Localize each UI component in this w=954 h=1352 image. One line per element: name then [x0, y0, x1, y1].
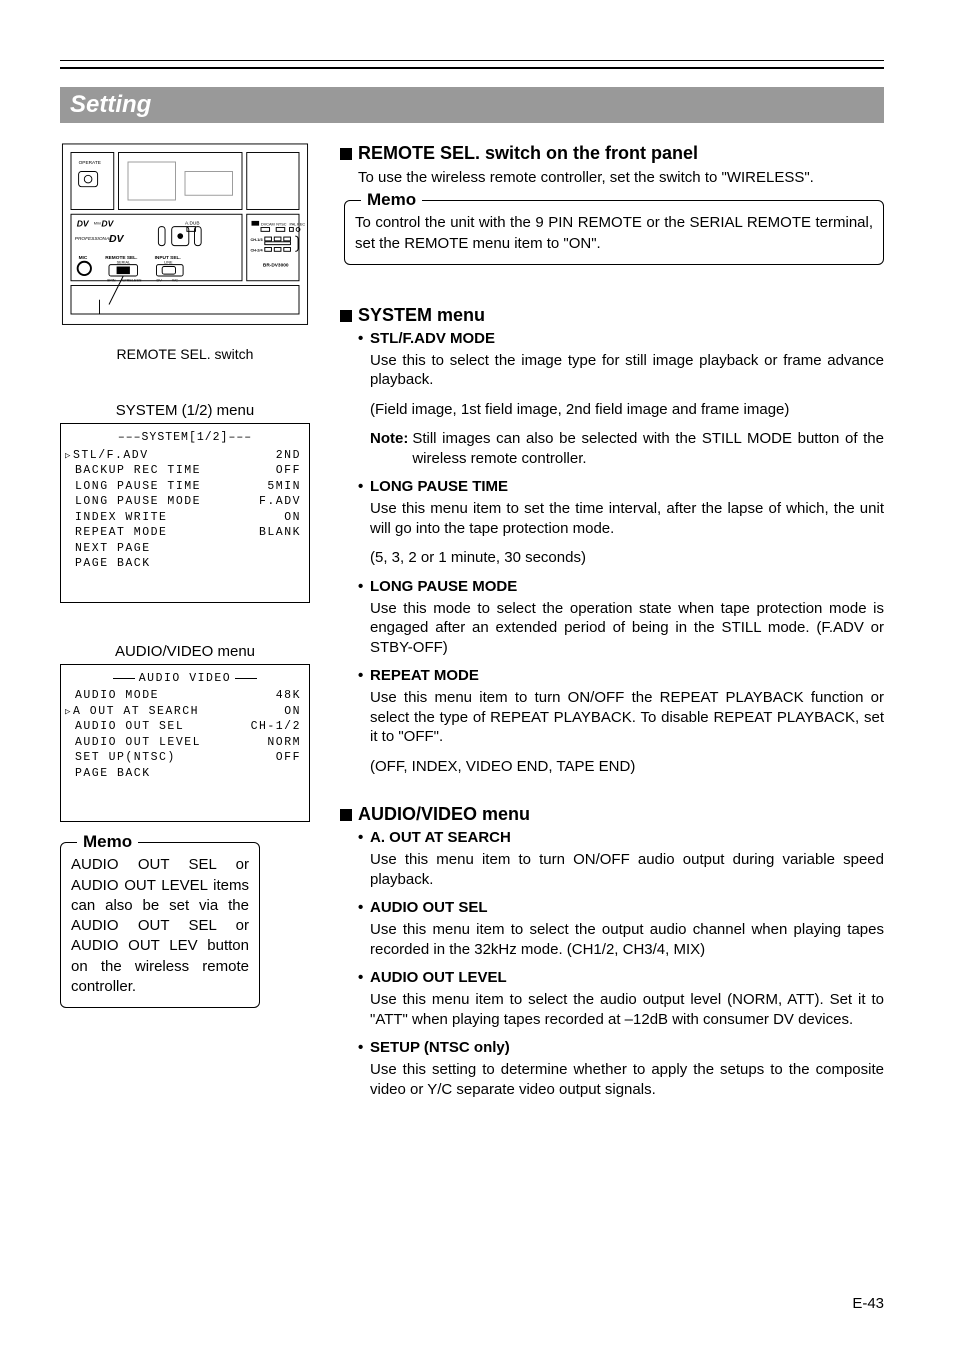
square-bullet-icon: [340, 809, 352, 821]
svg-text:DV: DV: [109, 234, 125, 245]
bullet-heading: •STL/F.ADV MODE: [358, 330, 884, 349]
rule-thin: [60, 60, 884, 61]
square-bullet-icon: [340, 148, 352, 160]
bullet-desc: Use this menu item to set the time inter…: [370, 499, 884, 538]
bullet-heading: •REPEAT MODE: [358, 667, 884, 686]
svg-text:DV: DV: [157, 279, 163, 283]
svg-text:CH-1/3: CH-1/3: [251, 238, 263, 242]
system-menu-caption: SYSTEM (1/2) menu: [60, 402, 310, 419]
menu-item: AUDIO MODE48K: [69, 688, 301, 704]
bullet-heading: •LONG PAUSE TIME: [358, 478, 884, 497]
svg-text:CH-2/4: CH-2/4: [251, 248, 264, 252]
menu-item: STL/F.ADV2ND: [69, 448, 301, 464]
svg-text:REC: REC: [297, 223, 305, 227]
menu-item: INDEX WRITEON: [69, 510, 301, 526]
system-menu-header: –––SYSTEM[1/2]–––: [69, 430, 301, 446]
svg-text:DVCAM: DVCAM: [261, 223, 275, 227]
bullet-heading: •AUDIO OUT LEVEL: [358, 969, 884, 988]
bullet-desc: Use this to select the image type for st…: [370, 351, 884, 390]
bullet-desc: (Field image, 1st field image, 2nd field…: [370, 400, 884, 420]
menu-item: PAGE BACK: [69, 556, 301, 572]
svg-text:A.DUB: A.DUB: [185, 221, 200, 227]
left-memo: Memo AUDIO OUT SEL or AUDIO OUT LEVEL it…: [60, 842, 260, 1008]
svg-text:SERIAL: SERIAL: [117, 261, 131, 265]
memo-heading: Memo: [361, 189, 422, 212]
svg-text:MIC: MIC: [79, 255, 88, 261]
menu-item: NEXT PAGE: [69, 541, 301, 557]
menu-item: AUDIO OUT SELCH-1/2: [69, 719, 301, 735]
page-number: E-43: [852, 1295, 884, 1312]
bullet-note: Note: Still images can also be selected …: [370, 429, 884, 468]
bullet-heading: •AUDIO OUT SEL: [358, 899, 884, 918]
menu-item: AUDIO OUT LEVELNORM: [69, 735, 301, 751]
av-heading: AUDIO/VIDEO menu: [340, 804, 884, 825]
bullet-desc: (5, 3, 2 or 1 minute, 30 seconds): [370, 548, 884, 568]
device-illustration: OPERATE DV Mini DV PROFESSIONAL DV A.DUB: [60, 143, 310, 338]
system-menu-box: –––SYSTEM[1/2]––– STL/F.ADV2NDBACKUP REC…: [60, 423, 310, 603]
rule-icon: [113, 678, 135, 679]
av-menu-caption: AUDIO/VIDEO menu: [60, 643, 310, 660]
av-menu-box: AUDIO VIDEO AUDIO MODE48KA OUT AT SEARCH…: [60, 664, 310, 823]
memo-body: AUDIO OUT SEL or AUDIO OUT LEVEL items c…: [71, 856, 249, 995]
svg-text:PROFESSIONAL: PROFESSIONAL: [75, 236, 112, 242]
menu-item: A OUT AT SEARCHON: [69, 704, 301, 720]
menu-item: PAGE BACK: [69, 766, 301, 782]
memo-heading: Memo: [77, 831, 138, 854]
svg-text:W'RELESS: W'RELESS: [122, 279, 142, 283]
rule-thick: [60, 67, 884, 69]
bullet-desc: Use this setting to determine whether to…: [370, 1060, 884, 1099]
right-memo: Memo To control the unit with the 9 PIN …: [344, 200, 884, 265]
rule-icon: [235, 678, 257, 679]
svg-text:DV: DV: [77, 219, 90, 229]
svg-text:LINE: LINE: [164, 261, 173, 265]
square-bullet-icon: [340, 310, 352, 322]
menu-item: LONG PAUSE MODEF.ADV: [69, 494, 301, 510]
menu-item: BACKUP REC TIMEOFF: [69, 463, 301, 479]
system-heading: SYSTEM menu: [340, 305, 884, 326]
bullet-desc: Use this menu item to select the audio o…: [370, 990, 884, 1029]
system-section: SYSTEM menu •STL/F.ADV MODE Use this to s…: [340, 305, 884, 777]
svg-text:DV: DV: [101, 219, 114, 229]
menu-item: REPEAT MODEBLANK: [69, 525, 301, 541]
svg-text:OPERATE: OPERATE: [79, 160, 101, 166]
columns: OPERATE DV Mini DV PROFESSIONAL DV A.DUB: [60, 143, 884, 1127]
bullet-desc: Use this mode to select the operation st…: [370, 599, 884, 658]
bullet-heading: •SETUP (NTSC only): [358, 1039, 884, 1058]
right-column: REMOTE SEL. switch on the front panel To…: [340, 143, 884, 1127]
bullet-desc: Use this menu item to select the output …: [370, 920, 884, 959]
bullet-desc: Use this menu item to turn ON/OFF the RE…: [370, 688, 884, 747]
svg-text:BR-DV3000: BR-DV3000: [263, 263, 289, 269]
menu-item: SET UP(NTSC)OFF: [69, 750, 301, 766]
svg-text:PAL: PAL: [290, 223, 297, 227]
bullet-desc: (OFF, INDEX, VIDEO END, TAPE END): [370, 757, 884, 777]
bullet-desc: Use this menu item to turn ON/OFF audio …: [370, 850, 884, 889]
bullet-heading: •LONG PAUSE MODE: [358, 578, 884, 597]
remote-switch-caption: REMOTE SEL. switch: [60, 346, 310, 362]
memo-body: To control the unit with the 9 PIN REMOT…: [355, 214, 873, 251]
svg-text:Y/C: Y/C: [172, 279, 179, 283]
svg-text:Mini: Mini: [94, 222, 101, 226]
page: Setting OPERATE DV: [0, 0, 954, 1352]
av-menu-header: AUDIO VIDEO: [139, 671, 231, 687]
av-section: AUDIO/VIDEO menu •A. OUT AT SEARCH Use th…: [340, 804, 884, 1099]
page-title: Setting: [60, 87, 884, 123]
bullet-heading: •A. OUT AT SEARCH: [358, 829, 884, 848]
remote-heading: REMOTE SEL. switch on the front panel: [340, 143, 884, 164]
svg-text:NTSC: NTSC: [276, 223, 287, 227]
menu-item: LONG PAUSE TIME5MIN: [69, 479, 301, 495]
left-column: OPERATE DV Mini DV PROFESSIONAL DV A.DUB: [60, 143, 310, 1127]
svg-text:9PIN: 9PIN: [107, 279, 116, 283]
remote-lead: To use the wireless remote controller, s…: [358, 168, 884, 188]
